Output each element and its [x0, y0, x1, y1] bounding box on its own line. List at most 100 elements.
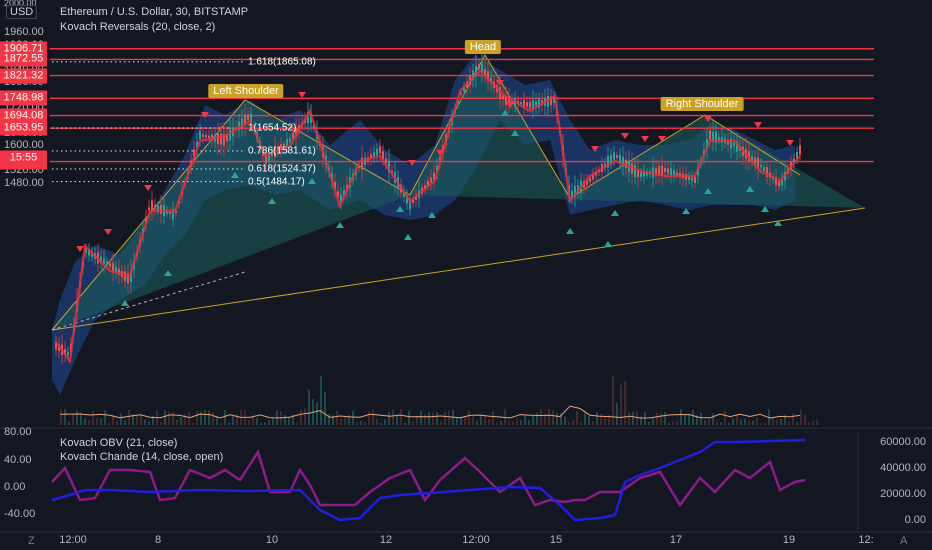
volume-bar [160, 422, 162, 425]
indicator-legend[interactable]: Kovach Reversals (20, close, 2) [60, 21, 215, 33]
volume-bar [224, 410, 226, 425]
volume-bar [268, 420, 270, 425]
reversal-up-marker [604, 241, 612, 247]
volume-bar [600, 413, 602, 425]
time-tick: 12:00 [462, 534, 490, 546]
level-price-tag[interactable]: 1748.98 [0, 90, 47, 106]
reversal-down-marker [786, 140, 794, 146]
volume-bar [464, 415, 466, 425]
volume-bar [296, 422, 298, 425]
volume-bar [708, 419, 710, 425]
volume-bar [112, 415, 114, 425]
volume-bar [468, 410, 470, 425]
timezone-icon[interactable]: Z [28, 535, 35, 547]
volume-bar [612, 376, 614, 425]
pattern-label-head[interactable]: Head [464, 40, 502, 54]
volume-bar [756, 416, 758, 425]
volume-bar [64, 409, 66, 425]
volume-bar [228, 421, 230, 425]
auto-scale-icon[interactable]: A [900, 535, 907, 547]
volume-bar [704, 420, 706, 425]
symbol-legend[interactable]: Ethereum / U.S. Dollar, 30, BITSTAMP [60, 6, 248, 18]
time-tick: 8 [154, 534, 162, 546]
candle [535, 101, 537, 107]
volume-bar [764, 422, 766, 425]
pattern-label-left[interactable]: Left Shoulder [208, 84, 284, 98]
price-axis[interactable]: 2000.001960.001920.001880.001840.001800.… [0, 0, 50, 428]
volume-bar [720, 422, 722, 425]
volume-bar [308, 389, 310, 425]
level-price-tag[interactable]: 1653.95 [0, 120, 47, 136]
volume-bar [176, 419, 178, 425]
oscillator-tick: 0.00 [4, 481, 26, 493]
price-tick: 1480.00 [4, 176, 44, 189]
obv-legend[interactable]: Kovach OBV (21, close) [60, 437, 177, 449]
chart-canvas[interactable] [0, 0, 932, 550]
candle [106, 261, 108, 265]
candle [112, 262, 114, 272]
candle [202, 134, 204, 137]
volume-bar [416, 415, 418, 425]
candle [712, 132, 714, 141]
candle [67, 352, 69, 356]
volume-bar [432, 412, 434, 425]
time-axis[interactable]: 12:00 8 10 12 12:00 15 17 19 12: [0, 532, 932, 550]
volume-bar [692, 410, 694, 425]
volume-bar [124, 420, 126, 425]
pattern-label-right[interactable]: Right Shoulder [660, 97, 744, 111]
volume-bar [368, 411, 370, 425]
candle [694, 176, 696, 184]
volume-bar [780, 418, 782, 425]
time-tick: 12: [858, 534, 874, 546]
volume-bar [668, 422, 670, 425]
reversal-up-marker [404, 234, 412, 240]
volume-bar [800, 409, 802, 425]
volume-bar [572, 420, 574, 425]
reversal-down-marker [104, 229, 112, 235]
volume-bar [488, 419, 490, 425]
currency-badge[interactable]: USD [6, 5, 38, 19]
volume-bar [728, 422, 730, 425]
volume-bar [480, 414, 482, 425]
volume-bar [524, 415, 526, 425]
volume-bar [392, 409, 394, 425]
volume-bar [812, 420, 814, 425]
candle [169, 211, 171, 215]
volume-bar [552, 409, 554, 425]
chande-legend[interactable]: Kovach Chande (14, close, open) [60, 451, 223, 463]
level-price-tag[interactable]: 1821.32 [0, 68, 47, 84]
time-tick: 12:00 [59, 534, 87, 546]
volume-bar [148, 421, 150, 425]
candle [778, 181, 780, 187]
volume-bar [84, 418, 86, 425]
volume-bar [256, 418, 258, 425]
level-price-tag[interactable]: 1872.55 [0, 51, 47, 67]
obv-tick: 60000.00 [880, 436, 926, 448]
oscillator-right-axis[interactable]: 60000.00 40000.00 20000.00 0.00 [862, 428, 932, 532]
candle [379, 146, 381, 154]
volume-bar [420, 410, 422, 425]
volume-bar [588, 416, 590, 425]
volume-bar [660, 412, 662, 425]
volume-bar [532, 414, 534, 425]
obv-tick: 0.00 [904, 514, 926, 526]
candle [709, 130, 711, 140]
volume-bar [512, 421, 514, 425]
candle [157, 205, 159, 211]
price-tick: 1600.00 [4, 139, 44, 152]
volume-bar [624, 381, 626, 425]
volume-bar [136, 414, 138, 425]
volume-bar [716, 421, 718, 425]
volume-bar [336, 410, 338, 425]
volume-bar [736, 414, 738, 425]
candle [220, 133, 222, 145]
volume-bar [520, 420, 522, 425]
volume-bar [584, 412, 586, 425]
candle [526, 102, 528, 107]
volume-bar [96, 418, 98, 425]
volume-bar [528, 420, 530, 425]
volume-bar [424, 414, 426, 425]
volume-bar [364, 421, 366, 425]
trading-chart[interactable]: 2000.001960.001920.001880.001840.001800.… [0, 0, 932, 550]
oscillator-left-axis[interactable]: 80.00 40.00 0.00 -40.00 [0, 426, 50, 532]
